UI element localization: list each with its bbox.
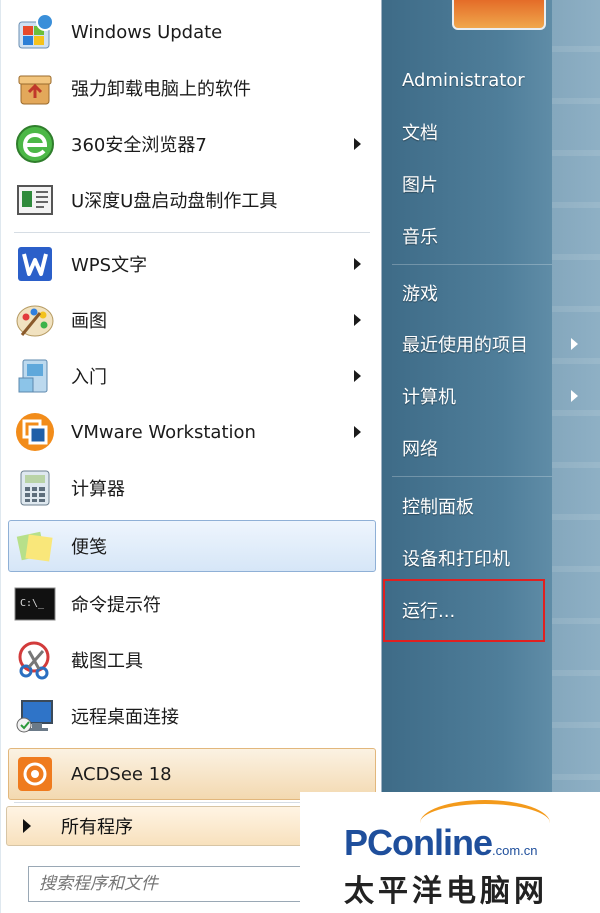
divider [392, 264, 552, 265]
getting-started-icon [13, 354, 57, 398]
program-label: 截图工具 [71, 651, 143, 672]
right-item-label: 控制面板 [402, 497, 474, 518]
submenu-arrow-icon [354, 138, 361, 150]
right-item-devices-printers[interactable]: 设备和打印机 [384, 536, 548, 580]
right-item-label: 图片 [402, 175, 438, 196]
program-label: 入门 [71, 367, 107, 388]
program-uninstall-tool[interactable]: 强力卸载电脑上的软件 [8, 62, 376, 114]
submenu-arrow-icon [571, 338, 578, 350]
start-menu-programs-pane: Windows Update 强力卸载电脑上的软件 360安全浏览器7 U深度U… [0, 0, 382, 913]
remote-desktop-icon [13, 694, 57, 738]
right-item-user[interactable]: Administrator [384, 58, 548, 102]
program-snipping-tool[interactable]: 截图工具 [8, 634, 376, 686]
right-item-label: 最近使用的项目 [402, 335, 528, 356]
program-360-browser[interactable]: 360安全浏览器7 [8, 118, 376, 170]
program-sticky-notes[interactable]: 便笺 [8, 520, 376, 572]
submenu-arrow-icon [354, 370, 361, 382]
right-item-control-panel[interactable]: 控制面板 [384, 484, 548, 528]
right-item-computer[interactable]: 计算机 [384, 374, 578, 418]
program-usb-boot-tool[interactable]: U深度U盘启动盘制作工具 [8, 174, 376, 226]
program-getting-started[interactable]: 入门 [8, 350, 376, 402]
right-item-label: 网络 [402, 439, 438, 460]
right-item-label: 游戏 [402, 284, 438, 305]
search-input[interactable] [28, 866, 338, 902]
program-label: 计算器 [71, 479, 125, 500]
submenu-arrow-icon [354, 314, 361, 326]
program-label: ACDSee 18 [71, 763, 172, 785]
windows-update-icon [13, 10, 57, 54]
browser-360-icon [13, 122, 57, 166]
program-paint[interactable]: 画图 [8, 294, 376, 346]
sticky-notes-icon [13, 524, 57, 568]
run-highlight-box [383, 579, 545, 642]
program-label: 命令提示符 [71, 595, 161, 616]
program-label: Windows Update [71, 21, 223, 43]
watermark-brand: PConline [344, 822, 493, 863]
program-remote-desktop[interactable]: 远程桌面连接 [8, 690, 376, 742]
user-name: Administrator [402, 69, 525, 91]
program-label: VMware Workstation [71, 421, 256, 443]
pconline-watermark: PConline.com.cn 太平洋电脑网 [300, 792, 600, 913]
wps-writer-icon [13, 242, 57, 286]
acdsee-icon [13, 752, 57, 796]
right-item-label: 计算机 [402, 387, 456, 408]
paint-palette-icon [13, 298, 57, 342]
expand-arrow-icon [23, 819, 31, 833]
watermark-logo: PConline.com.cn [344, 822, 538, 864]
watermark-chinese: 太平洋电脑网 [344, 874, 548, 909]
submenu-arrow-icon [354, 426, 361, 438]
right-item-network[interactable]: 网络 [384, 426, 548, 470]
submenu-arrow-icon [571, 390, 578, 402]
program-label: 强力卸载电脑上的软件 [71, 79, 251, 100]
watermark-domain: .com.cn [492, 843, 538, 858]
right-item-games[interactable]: 游戏 [384, 271, 548, 315]
right-item-label: 音乐 [402, 227, 438, 248]
snipping-tool-icon [13, 638, 57, 682]
program-label: WPS文字 [71, 255, 148, 276]
right-item-music[interactable]: 音乐 [384, 214, 548, 258]
program-calculator[interactable]: 计算器 [8, 462, 376, 514]
right-item-label: 文档 [402, 123, 438, 144]
program-vmware[interactable]: VMware Workstation [8, 406, 376, 458]
user-avatar[interactable] [452, 0, 546, 30]
svg-text:C:\_: C:\_ [20, 598, 45, 609]
program-label: U深度U盘启动盘制作工具 [71, 191, 278, 212]
background-window-glimpse [552, 0, 600, 913]
uninstall-box-icon [13, 66, 57, 110]
right-item-documents[interactable]: 文档 [384, 110, 548, 154]
program-label: 远程桌面连接 [71, 707, 179, 728]
program-label: 360安全浏览器7 [71, 135, 207, 156]
program-wps-writer[interactable]: WPS文字 [8, 238, 376, 290]
divider [392, 476, 552, 477]
all-programs-label: 所有程序 [61, 817, 133, 838]
right-item-recent[interactable]: 最近使用的项目 [384, 322, 578, 366]
program-label: 便笺 [71, 537, 107, 558]
calculator-icon [13, 466, 57, 510]
program-label: 画图 [71, 311, 107, 332]
submenu-arrow-icon [354, 258, 361, 270]
command-prompt-icon: C:\_ [13, 582, 57, 626]
usb-boot-tool-icon [13, 178, 57, 222]
divider [14, 232, 370, 233]
right-item-label: 设备和打印机 [402, 549, 510, 570]
program-windows-update[interactable]: Windows Update [8, 6, 376, 58]
program-command-prompt[interactable]: C:\_ 命令提示符 [8, 578, 376, 630]
vmware-icon [13, 410, 57, 454]
right-item-pictures[interactable]: 图片 [384, 162, 548, 206]
